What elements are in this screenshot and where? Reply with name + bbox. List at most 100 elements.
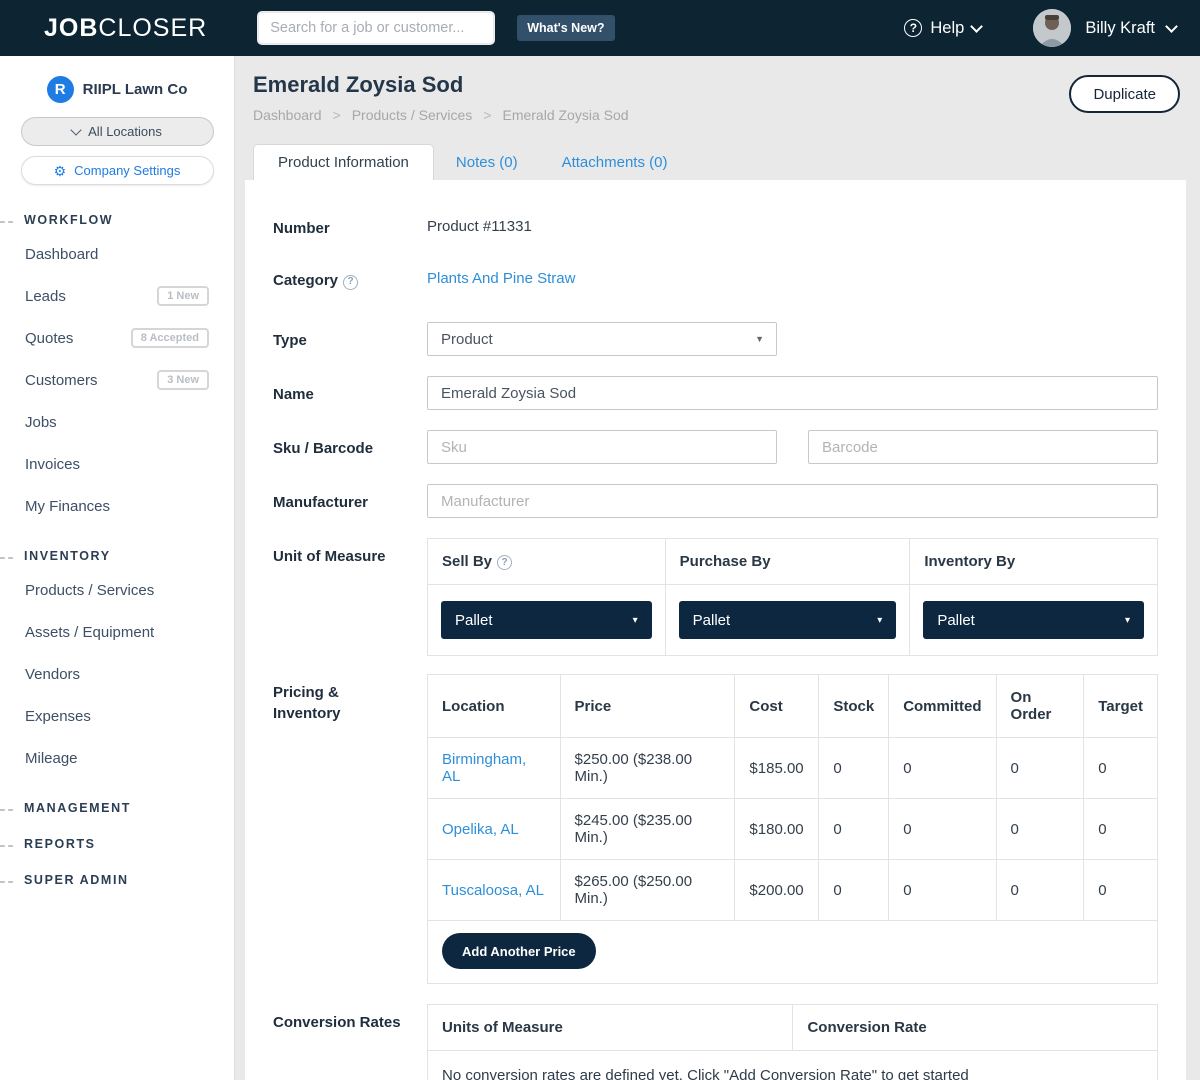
purchase-by-select[interactable]: Pallet ▾ [679, 601, 897, 639]
uom-header-purchase-by: Purchase By [665, 539, 910, 585]
tab-bar: Product Information Notes (0) Attachment… [245, 144, 1186, 180]
conversion-empty-message: No conversion rates are defined yet. Cli… [442, 1067, 969, 1080]
leads-badge: 1 New [157, 286, 209, 306]
breadcrumb-current: Emerald Zoysia Sod [502, 107, 628, 123]
category-help-icon[interactable]: ? [343, 275, 358, 290]
pricing-table: Location Price Cost Stock Committed On O… [427, 674, 1158, 984]
col-units-of-measure: Units of Measure [428, 1005, 793, 1051]
col-location: Location [428, 675, 561, 738]
sell-by-value: Pallet [455, 612, 493, 629]
avatar[interactable] [1033, 9, 1071, 47]
user-menu[interactable]: Billy Kraft [1085, 19, 1176, 38]
sidebar-item-label: Customers [25, 372, 98, 389]
barcode-input[interactable] [808, 430, 1158, 464]
uom-label: Unit of Measure [273, 538, 427, 656]
tab-notes[interactable]: Notes (0) [434, 145, 540, 180]
tab-attachments[interactable]: Attachments (0) [540, 145, 690, 180]
all-locations-dropdown[interactable]: All Locations [21, 117, 214, 146]
select-arrow-icon: ▾ [877, 615, 882, 626]
add-another-price-button[interactable]: Add Another Price [442, 933, 596, 969]
number-label: Number [273, 218, 427, 239]
sidebar-item-products-services[interactable]: Products / Services [0, 569, 234, 611]
table-row: Opelika, AL $245.00 ($235.00 Min.) $180.… [428, 799, 1158, 860]
target-cell: 0 [1084, 799, 1158, 860]
sidebar-item-assets-equipment[interactable]: Assets / Equipment [0, 611, 234, 653]
sidebar-item-leads[interactable]: Leads 1 New [0, 275, 234, 317]
tab-product-information[interactable]: Product Information [253, 144, 434, 180]
sidebar-item-mileage[interactable]: Mileage [0, 737, 234, 779]
page-title: Emerald Zoysia Sod [253, 72, 1178, 98]
sidebar-section-workflow[interactable]: WORKFLOW [0, 213, 234, 227]
sidebar-section-reports[interactable]: REPORTS [0, 837, 234, 851]
inventory-by-select[interactable]: Pallet ▾ [923, 601, 1144, 639]
number-value: Product #11331 [427, 218, 532, 235]
whats-new-button[interactable]: What's New? [517, 15, 614, 41]
manufacturer-input[interactable] [427, 484, 1158, 518]
sidebar-item-label: Jobs [25, 414, 57, 431]
page-head: Emerald Zoysia Sod Dashboard > Products … [245, 56, 1186, 123]
col-committed: Committed [889, 675, 996, 738]
sell-by-help-icon[interactable]: ? [497, 555, 512, 570]
type-select-value: Product [441, 331, 493, 348]
target-cell: 0 [1084, 738, 1158, 799]
sell-by-select[interactable]: Pallet ▾ [441, 601, 652, 639]
all-locations-label: All Locations [88, 124, 162, 139]
sidebar-item-quotes[interactable]: Quotes 8 Accepted [0, 317, 234, 359]
col-target: Target [1084, 675, 1158, 738]
sidebar-section-inventory[interactable]: INVENTORY [0, 549, 234, 563]
sidebar-item-customers[interactable]: Customers 3 New [0, 359, 234, 401]
col-on-order: On Order [996, 675, 1084, 738]
breadcrumb-dashboard[interactable]: Dashboard [253, 107, 322, 123]
committed-cell: 0 [889, 799, 996, 860]
chevron-down-icon [970, 20, 983, 33]
help-icon: ? [904, 19, 922, 37]
name-input[interactable] [427, 376, 1158, 410]
breadcrumb-products-services[interactable]: Products / Services [352, 107, 473, 123]
field-unit-of-measure: Unit of Measure Sell By? Purchase By Inv… [273, 538, 1158, 656]
uom-table: Sell By? Purchase By Inventory By Pallet… [427, 538, 1158, 656]
company-header: R RIIPL Lawn Co [0, 56, 234, 103]
quotes-badge: 8 Accepted [131, 328, 209, 348]
sidebar-item-label: Products / Services [25, 582, 154, 599]
sidebar-item-dashboard[interactable]: Dashboard [0, 233, 234, 275]
sidebar-item-invoices[interactable]: Invoices [0, 443, 234, 485]
pricing-label: Pricing & Inventory [273, 674, 427, 984]
location-link[interactable]: Opelika, AL [442, 821, 519, 838]
target-cell: 0 [1084, 860, 1158, 921]
main-content: Emerald Zoysia Sod Dashboard > Products … [235, 56, 1200, 1080]
category-label: Category? [273, 270, 427, 291]
on-order-cell: 0 [996, 738, 1084, 799]
cost-cell: $200.00 [735, 860, 819, 921]
sidebar-item-vendors[interactable]: Vendors [0, 653, 234, 695]
sidebar-item-jobs[interactable]: Jobs [0, 401, 234, 443]
product-information-panel: Number Product #11331 Category? Plants A… [245, 180, 1186, 1080]
sidebar-section-super-admin[interactable]: SUPER ADMIN [0, 873, 234, 887]
chevron-down-icon [70, 124, 81, 135]
sidebar-item-label: Vendors [25, 666, 80, 683]
committed-cell: 0 [889, 738, 996, 799]
user-name: Billy Kraft [1085, 19, 1155, 38]
sidebar-item-my-finances[interactable]: My Finances [0, 485, 234, 527]
location-link[interactable]: Tuscaloosa, AL [442, 882, 544, 899]
location-link[interactable]: Birmingham, AL [442, 751, 526, 785]
breadcrumb-separator: > [483, 107, 491, 123]
help-menu[interactable]: ? Help [904, 19, 981, 38]
category-link[interactable]: Plants And Pine Straw [427, 270, 575, 287]
company-settings-button[interactable]: ⚙ Company Settings [21, 156, 214, 185]
on-order-cell: 0 [996, 860, 1084, 921]
search-input[interactable] [257, 11, 495, 45]
sidebar-item-expenses[interactable]: Expenses [0, 695, 234, 737]
col-stock: Stock [819, 675, 889, 738]
duplicate-button[interactable]: Duplicate [1069, 75, 1180, 113]
top-header: JOBCLOSER What's New? ? Help Billy Kraft [0, 0, 1200, 56]
sidebar-item-label: Mileage [25, 750, 78, 767]
stock-cell: 0 [819, 799, 889, 860]
app-logo[interactable]: JOBCLOSER [44, 14, 207, 43]
sku-input[interactable] [427, 430, 777, 464]
cost-cell: $185.00 [735, 738, 819, 799]
field-number: Number Product #11331 [273, 218, 1158, 239]
price-cell: $250.00 ($238.00 Min.) [560, 738, 735, 799]
sidebar-section-management[interactable]: MANAGEMENT [0, 801, 234, 815]
type-select[interactable]: Product ▼ [427, 322, 777, 356]
price-cell: $245.00 ($235.00 Min.) [560, 799, 735, 860]
